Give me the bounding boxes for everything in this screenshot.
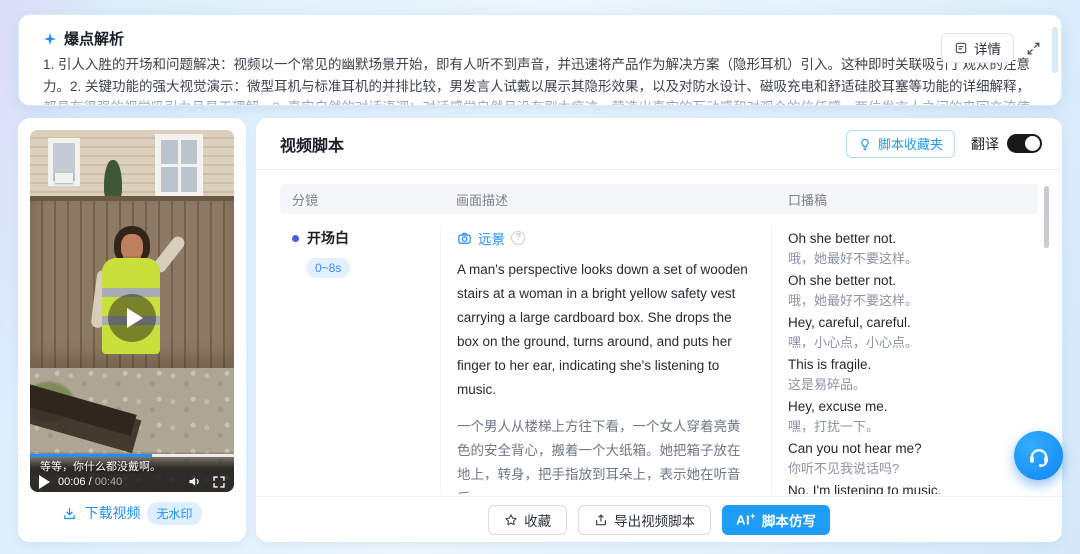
voiceover-line-en: No, I'm listening to music. bbox=[788, 481, 1028, 494]
col-header-voiceover: 口播稿 bbox=[772, 190, 1038, 209]
detail-button[interactable]: 详情 bbox=[941, 33, 1014, 63]
play-control-icon[interactable] bbox=[39, 475, 50, 489]
voiceover-line-en: Hey, excuse me. bbox=[788, 397, 1028, 417]
download-icon bbox=[62, 506, 77, 521]
scene-title: 开场白 bbox=[307, 228, 349, 248]
bulb-icon bbox=[858, 137, 872, 151]
table-scrollbar[interactable] bbox=[1044, 186, 1049, 248]
script-collection-label: 脚本收藏夹 bbox=[878, 134, 943, 153]
panel-footer: 收藏 导出视频脚本 AI+ 脚本仿写 bbox=[256, 496, 1062, 542]
script-collection-button[interactable]: 脚本收藏夹 bbox=[846, 130, 955, 158]
translate-label: 翻译 bbox=[971, 134, 999, 154]
voiceover-line-en: Oh she better not. bbox=[788, 271, 1028, 291]
voiceover-line-en: This is fragile. bbox=[788, 355, 1028, 375]
play-icon bbox=[127, 308, 143, 328]
voiceover-cell: Oh she better not. 哦，她最好不要这样。 Oh she bet… bbox=[772, 226, 1038, 494]
video-duration: 00:40 bbox=[95, 476, 123, 488]
fullscreen-icon[interactable] bbox=[212, 475, 226, 489]
video-progress-bar[interactable] bbox=[30, 454, 234, 457]
voiceover-line-en: Hey, careful, careful. bbox=[788, 313, 1028, 333]
export-icon bbox=[594, 513, 608, 527]
memo-icon bbox=[954, 41, 968, 55]
hotspot-analysis-banner: 爆点解析 1. 引人入胜的开场和问题解决：视频以一个常见的幽默场景开始，即有人听… bbox=[18, 14, 1062, 106]
description-en: A man's perspective looks down a set of … bbox=[457, 258, 753, 402]
shot-type-link[interactable]: 远景 bbox=[478, 228, 505, 248]
voiceover-line-zh: 你听不见我说话吗? bbox=[788, 459, 1028, 479]
camera-icon bbox=[457, 231, 472, 246]
expand-icon[interactable] bbox=[1026, 41, 1041, 56]
banner-title: 爆点解析 bbox=[64, 28, 124, 49]
voiceover-line-en: Can you not hear me? bbox=[788, 439, 1028, 459]
favorite-button[interactable]: 收藏 bbox=[488, 505, 567, 535]
voiceover-line-en: Oh she better not. bbox=[788, 229, 1028, 249]
video-script-panel: 视频脚本 脚本收藏夹 翻译 分镜 画面描述 口播稿 开场白 bbox=[256, 118, 1062, 542]
col-header-storyboard: 分镜 bbox=[280, 190, 440, 209]
translate-toggle[interactable] bbox=[1007, 134, 1042, 153]
detail-button-label: 详情 bbox=[974, 38, 1001, 58]
favorite-label: 收藏 bbox=[524, 510, 551, 530]
current-time: 00:06 bbox=[58, 476, 86, 488]
panel-title: 视频脚本 bbox=[280, 132, 344, 156]
table-row: 开场白 0~8s 远景 ? A man's perspective looks … bbox=[280, 214, 1038, 494]
play-button-overlay[interactable] bbox=[108, 294, 156, 342]
script-imitate-button[interactable]: AI+ 脚本仿写 bbox=[722, 505, 830, 535]
customer-service-button[interactable] bbox=[1014, 431, 1063, 480]
voiceover-line-zh: 这是易碎品。 bbox=[788, 375, 1028, 395]
scene-dot-icon bbox=[292, 235, 299, 242]
col-header-description: 画面描述 bbox=[440, 190, 772, 209]
voiceover-line-zh: 哦，她最好不要这样。 bbox=[788, 249, 1028, 269]
download-label: 下载视频 bbox=[84, 503, 140, 523]
video-progress-fill bbox=[30, 454, 152, 457]
voiceover-line-zh: 嘿，打扰一下。 bbox=[788, 417, 1028, 437]
time-range-badge: 0~8s bbox=[306, 258, 350, 278]
ai-icon: AI+ bbox=[736, 511, 756, 527]
video-controls-bar: 等等，你什么都没戴啊。 00:06 / 00:40 bbox=[30, 452, 234, 492]
description-zh: 一个男人从楼梯上方往下看，一个女人穿着亮黄色的安全背心，搬着一个大纸箱。她把箱子… bbox=[457, 415, 753, 494]
download-video-button[interactable]: 下载视频 无水印 bbox=[30, 494, 234, 532]
video-player[interactable]: 等等，你什么都没戴啊。 00:06 / 00:40 bbox=[30, 130, 234, 492]
volume-icon[interactable] bbox=[187, 474, 202, 489]
star-icon bbox=[504, 513, 518, 527]
voiceover-line-zh: 哦，她最好不要这样。 bbox=[788, 291, 1028, 311]
export-label: 导出视频脚本 bbox=[614, 510, 695, 530]
headset-icon bbox=[1026, 443, 1052, 469]
video-card: 等等，你什么都没戴啊。 00:06 / 00:40 下载视频 无水印 bbox=[18, 118, 246, 542]
voiceover-line-zh: 嘿，小心点，小心点。 bbox=[788, 333, 1028, 353]
banner-scrollbar[interactable] bbox=[1052, 27, 1058, 73]
help-icon[interactable]: ? bbox=[511, 231, 525, 245]
imitate-label: 脚本仿写 bbox=[762, 510, 816, 530]
storyboard-cell: 开场白 0~8s bbox=[280, 226, 440, 494]
video-thumbnail-house bbox=[30, 130, 234, 202]
analysis-text: 1. 引人入胜的开场和问题解决：视频以一个常见的幽默场景开始，即有人听不到声音，… bbox=[43, 54, 1037, 106]
script-table: 分镜 画面描述 口播稿 开场白 0~8s 远景 ? A bbox=[280, 184, 1038, 494]
description-cell: 远景 ? A man's perspective looks down a se… bbox=[440, 226, 772, 494]
table-header-row: 分镜 画面描述 口播稿 bbox=[280, 184, 1038, 214]
no-watermark-badge: 无水印 bbox=[147, 502, 201, 525]
export-script-button[interactable]: 导出视频脚本 bbox=[578, 505, 711, 535]
video-time: 00:06 / 00:40 bbox=[58, 476, 122, 488]
sparkle-icon bbox=[43, 32, 57, 46]
